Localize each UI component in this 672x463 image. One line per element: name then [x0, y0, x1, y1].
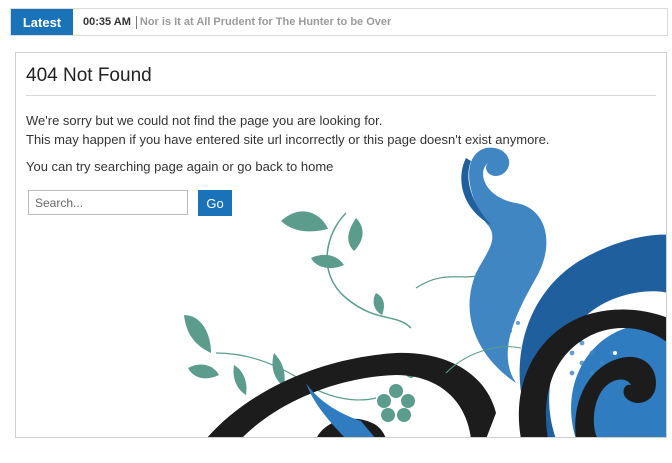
error-panel: 404 Not Found We're sorry but we could n… — [15, 52, 667, 438]
error-message: We're sorry but we could not find the pa… — [26, 111, 549, 149]
ticker-time: 00:35 AM — [83, 16, 131, 28]
ticker-headline-link[interactable]: Nor is It at All Prudent for The Hunter … — [140, 16, 391, 28]
ticker-divider — [135, 15, 137, 29]
search-input[interactable] — [28, 190, 188, 215]
error-message-line-1: We're sorry but we could not find the pa… — [26, 113, 383, 128]
ticker-label: Latest — [11, 9, 73, 35]
go-button[interactable]: Go — [198, 190, 232, 216]
news-ticker: Latest 00:35 AM Nor is It at All Prudent… — [10, 8, 668, 36]
title-divider — [26, 95, 656, 96]
page-title: 404 Not Found — [26, 65, 152, 86]
search-hint: You can try searching page again or go b… — [26, 159, 334, 174]
error-message-line-2: This may happen if you have entered site… — [26, 132, 550, 147]
